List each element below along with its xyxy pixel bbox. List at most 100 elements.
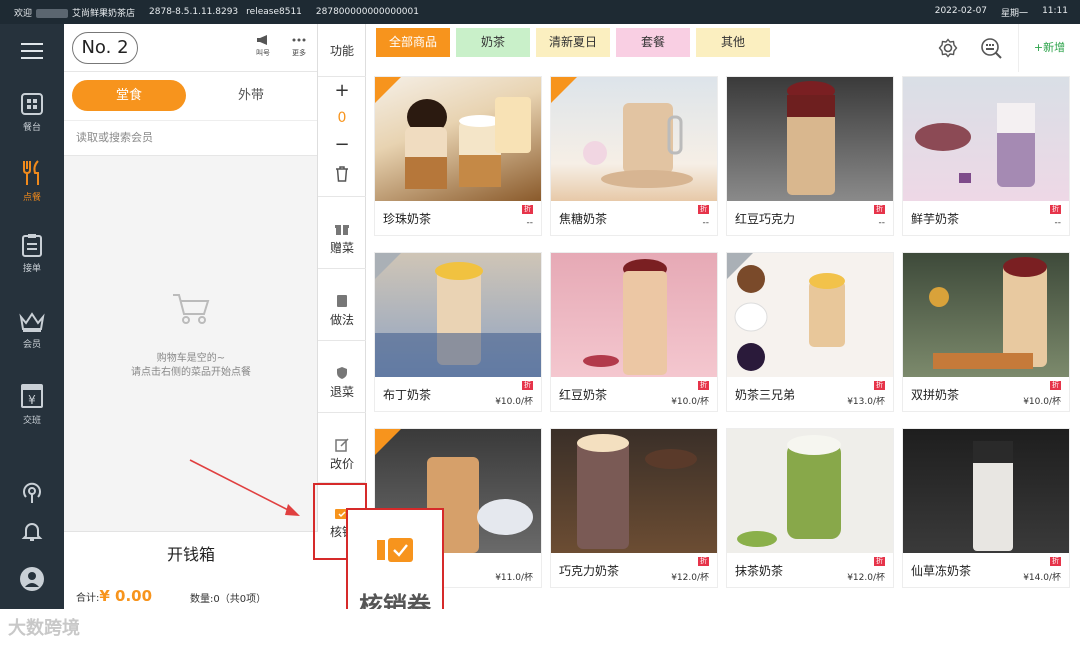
shield-icon: [337, 367, 347, 379]
cart-totals: 合计:¥ 0.00 数量:0（共0项）: [64, 577, 318, 609]
sidebar-item-label: 餐台: [22, 123, 41, 133]
sidebar-item-label: 接单: [22, 264, 41, 274]
total-label: 合计:: [76, 593, 100, 604]
add-product-button[interactable]: +新增: [1018, 24, 1080, 72]
yen-box-icon: ¥: [21, 384, 43, 408]
product-price: ¥14.0/杯: [1023, 573, 1061, 583]
product-name: 布丁奶茶: [383, 388, 432, 402]
gift-icon: [335, 225, 349, 235]
new-ribbon: [375, 429, 401, 455]
category-combo[interactable]: 套餐: [616, 28, 690, 57]
divider: [318, 268, 366, 269]
gift-item-label: 赠菜: [329, 241, 354, 255]
return-item-button[interactable]: 退菜: [318, 366, 366, 400]
divider: [318, 340, 366, 341]
edit-icon: [335, 438, 349, 452]
coupon-icon: [377, 538, 413, 562]
product-card[interactable]: 焦糖奶茶 折 --: [550, 76, 718, 236]
order-number[interactable]: No. 2: [72, 32, 138, 64]
shop-name: 艾尚鲜果奶茶店: [72, 8, 136, 19]
product-name: 抹茶奶茶: [735, 564, 784, 578]
product-name: 巧克力奶茶: [559, 564, 620, 578]
keyboard-search-icon[interactable]: [980, 37, 1002, 59]
category-milk-tea[interactable]: 奶茶: [456, 28, 530, 57]
more-dots-icon: [292, 38, 306, 42]
sidebar-item-tables[interactable]: 餐台: [0, 92, 64, 133]
product-name: 鲜芋奶茶: [911, 212, 960, 226]
status-bar: 欢迎 艾尚鲜果奶茶店 2878-8.5.1.11.8293 release851…: [0, 0, 1080, 24]
product-card[interactable]: 双拼奶茶 折 ¥10.0/杯: [902, 252, 1070, 412]
device-id: 287800000000000001: [315, 7, 419, 17]
discount-tag: 折: [874, 381, 885, 390]
sidebar-item-accept[interactable]: 接单: [0, 233, 64, 274]
notification-button[interactable]: [0, 520, 64, 546]
crown-icon: [19, 312, 45, 332]
quantity-value: 0: [337, 110, 347, 126]
tab-dine-in[interactable]: 堂食: [72, 80, 186, 111]
member-search-input[interactable]: 读取或搜索会员: [64, 120, 317, 156]
open-cash-drawer-button[interactable]: 开钱箱: [64, 531, 318, 577]
avatar-icon: [20, 567, 44, 591]
product-card[interactable]: 仙草冻奶茶 折 ¥14.0/杯: [902, 428, 1070, 588]
time-text: 11:11: [1042, 6, 1068, 16]
product-price: --: [702, 218, 710, 228]
category-other[interactable]: 其他: [696, 28, 770, 57]
welcome-text: 欢迎: [14, 6, 72, 19]
category-all[interactable]: 全部商品: [376, 28, 450, 57]
gift-item-button[interactable]: 赠菜: [318, 222, 366, 256]
sidebar-item-label: 会员: [22, 340, 41, 350]
discount-tag: 折: [874, 557, 885, 566]
total-value: ¥ 0.00: [99, 587, 153, 605]
settings-icon[interactable]: [938, 38, 958, 58]
product-card[interactable]: 抹茶奶茶 折 ¥12.0/杯: [726, 428, 894, 588]
release-text: release8511: [246, 7, 302, 17]
change-price-button[interactable]: 改价: [318, 438, 366, 472]
product-price: ¥10.0/杯: [671, 397, 709, 407]
product-name: 红豆巧克力: [735, 212, 796, 226]
product-card[interactable]: 鲜芋奶茶 折 --: [902, 76, 1070, 236]
sidebar-item-order[interactable]: 点餐: [0, 160, 64, 203]
empty-cart-line1: 购物车是空的~: [156, 353, 226, 364]
user-avatar-button[interactable]: [0, 566, 64, 596]
watermark: 大数跨境: [8, 618, 80, 639]
tab-takeout[interactable]: 外带: [194, 80, 308, 111]
delete-button[interactable]: [318, 166, 366, 185]
bell-icon: [21, 523, 43, 541]
menu-button[interactable]: [0, 42, 64, 64]
discount-tag: 折: [1050, 557, 1061, 566]
broadcast-icon: [23, 482, 41, 503]
category-summer[interactable]: 清新夏日: [536, 28, 610, 57]
call-number-button[interactable]: 叫号: [250, 34, 276, 58]
discount-tag: 折: [698, 557, 709, 566]
trash-icon: [336, 166, 348, 182]
sidebar-item-member[interactable]: 会员: [0, 311, 64, 350]
product-card[interactable]: 巧克力奶茶 折 ¥12.0/杯: [550, 428, 718, 588]
discount-tag: 折: [1050, 205, 1061, 214]
product-card[interactable]: 布丁奶茶 折 ¥10.0/杯: [374, 252, 542, 412]
more-button[interactable]: 更多: [286, 34, 312, 58]
ribbon: [375, 253, 401, 279]
product-name: 双拼奶茶: [911, 388, 960, 402]
cooking-method-button[interactable]: 做法: [318, 294, 366, 328]
product-price: ¥12.0/杯: [671, 573, 709, 583]
product-price: ¥11.0/杯: [495, 573, 533, 583]
product-price: --: [878, 218, 886, 228]
sidebar-item-shift[interactable]: ¥ 交班: [0, 383, 64, 426]
product-card[interactable]: 红豆奶茶 折 ¥10.0/杯: [550, 252, 718, 412]
increase-button[interactable]: +: [318, 80, 366, 101]
date-text: 2022-02-07: [934, 6, 988, 16]
divider: [318, 412, 366, 413]
order-type-tabs: 堂食 外带: [64, 72, 317, 120]
sidebar-item-label: 点餐: [22, 193, 41, 203]
product-card[interactable]: 红豆巧克力 折 --: [726, 76, 894, 236]
product-name: 焦糖奶茶: [559, 212, 608, 226]
broadcast-button[interactable]: [0, 482, 64, 508]
table-icon: [21, 93, 43, 115]
product-card[interactable]: 珍珠奶茶 折 --: [374, 76, 542, 236]
product-name: 仙草冻奶茶: [911, 564, 972, 578]
product-image: [903, 429, 1069, 553]
product-card[interactable]: 奶茶三兄弟 折 ¥13.0/杯: [726, 252, 894, 412]
product-name: 奶茶三兄弟: [735, 388, 796, 402]
product-image: [727, 77, 893, 201]
decrease-button[interactable]: −: [318, 134, 366, 155]
